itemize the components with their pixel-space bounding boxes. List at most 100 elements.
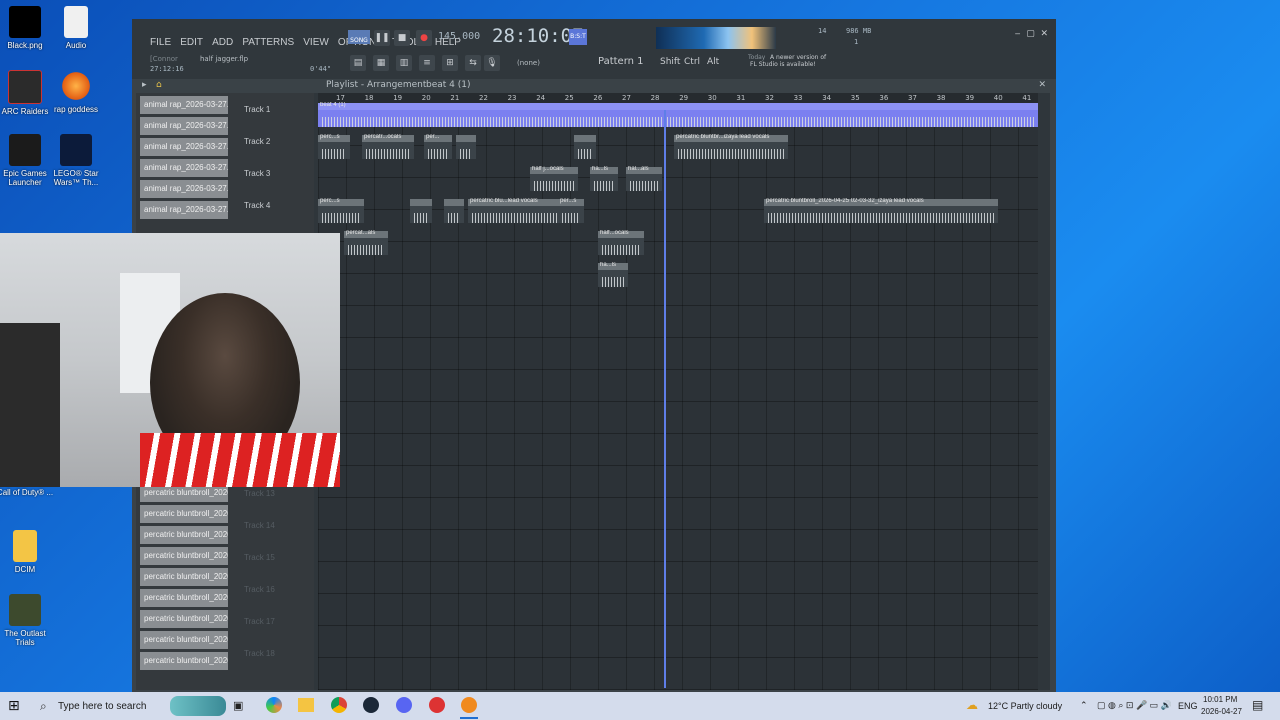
- audio-clip[interactable]: [444, 199, 464, 223]
- audio-clip[interactable]: half...ocals: [598, 230, 644, 255]
- audio-clip[interactable]: perc...s: [318, 198, 364, 223]
- pattern-picker-item[interactable]: percatric bluntbroll_2026...: [140, 589, 228, 607]
- pattern-picker-item[interactable]: percatric bluntbroll_2026...: [140, 547, 228, 565]
- audio-clip[interactable]: per...: [424, 134, 452, 159]
- desktop-icon-lego-star-wars[interactable]: LEGO® Star Wars™ Th...: [46, 134, 106, 187]
- track-label[interactable]: Track 14: [244, 521, 275, 530]
- shift-key-button[interactable]: Shift: [660, 57, 680, 67]
- pattern-picker-item[interactable]: animal rap_2026-03-27...: [140, 138, 228, 156]
- magnet-icon[interactable]: ⌂: [156, 80, 162, 90]
- close-icon[interactable]: ✕: [1040, 29, 1048, 39]
- audio-clip[interactable]: ha...ls: [590, 166, 618, 191]
- time-format-toggle[interactable]: B:S:T: [569, 29, 587, 45]
- audio-clip[interactable]: perc...s: [318, 134, 350, 159]
- desktop-icon-outlast-trials[interactable]: The Outlast Trials: [0, 594, 55, 647]
- windows-start-icon[interactable]: ⊞: [8, 698, 24, 714]
- desktop-icon-audio[interactable]: Audio: [46, 6, 106, 50]
- task-view-icon[interactable]: ▣: [233, 699, 243, 712]
- track-label[interactable]: Track 1: [244, 105, 270, 114]
- audio-clip[interactable]: percatric bluntbr...izaya lead vocals: [674, 134, 788, 159]
- track-label[interactable]: Track 13: [244, 489, 275, 498]
- pattern-picker-item[interactable]: percatric bluntbroll_2026...: [140, 526, 228, 544]
- audio-clip[interactable]: half j...ocals: [530, 166, 578, 191]
- discord-icon[interactable]: [396, 697, 412, 713]
- desktop-icon-dcim[interactable]: DCIM: [0, 530, 55, 574]
- track-label[interactable]: Track 3: [244, 169, 270, 178]
- audio-clip[interactable]: [456, 135, 476, 159]
- pattern-picker-item[interactable]: percatric bluntbroll_2026...: [140, 631, 228, 649]
- track-label[interactable]: Track 17: [244, 617, 275, 626]
- microphone-icon[interactable]: 🎙: [484, 55, 500, 71]
- audio-clip[interactable]: [574, 135, 596, 159]
- pattern-picker-item[interactable]: animal rap_2026-03-27...: [140, 201, 228, 219]
- pattern-picker-item[interactable]: percatric bluntbroll_2026...: [140, 505, 228, 523]
- audio-clip[interactable]: percat...als: [344, 230, 388, 255]
- audio-clip[interactable]: per...s: [558, 198, 584, 223]
- pattern-picker-item[interactable]: animal rap_2026-03-27...: [140, 159, 228, 177]
- browser-icon[interactable]: ⊞: [442, 55, 458, 71]
- clock-time[interactable]: 10:01 PM: [1203, 695, 1237, 704]
- maximize-icon[interactable]: ▢: [1026, 29, 1035, 39]
- song-mode-toggle[interactable]: SONG: [348, 30, 370, 44]
- copilot-icon[interactable]: [266, 697, 282, 713]
- play-arrow-icon[interactable]: ▸: [142, 80, 147, 90]
- desktop-icon-rap-goddess[interactable]: rap goddess: [46, 70, 106, 114]
- playlist-icon[interactable]: ▤: [350, 55, 366, 71]
- menu-file[interactable]: FILE: [150, 37, 171, 48]
- track-label[interactable]: Track 15: [244, 553, 275, 562]
- track-label[interactable]: Track 2: [244, 137, 270, 146]
- pattern-picker-item[interactable]: percatric bluntbroll_2026...: [140, 652, 228, 670]
- ctrl-key-button[interactable]: Ctrl: [684, 57, 700, 67]
- audio-clip[interactable]: percatric bluntbroll_2026-04-25 02-03-32…: [764, 198, 998, 223]
- taskbar-search-input[interactable]: Type here to search: [58, 701, 146, 712]
- menu-view[interactable]: VIEW: [303, 37, 329, 48]
- pattern-picker-item[interactable]: percatric bluntbroll_2026...: [140, 610, 228, 628]
- plugin-picker-icon[interactable]: ⇆: [465, 55, 481, 71]
- weather-text[interactable]: 12°C Partly cloudy: [988, 701, 1062, 711]
- clock-date[interactable]: 2026-04-27: [1201, 707, 1242, 716]
- track-label[interactable]: Track 4: [244, 201, 270, 210]
- stop-button[interactable]: ■: [394, 30, 410, 46]
- pattern-picker-item[interactable]: animal rap_2026-03-27...: [140, 96, 228, 114]
- pattern-picker-item[interactable]: animal rap_2026-03-27...: [140, 117, 228, 135]
- piano-roll-icon[interactable]: ▦: [373, 55, 389, 71]
- fl-studio-taskbar-icon[interactable]: [461, 697, 477, 713]
- tempo-display[interactable]: 145.000: [438, 31, 480, 42]
- steam-icon[interactable]: [363, 697, 379, 713]
- ruler-mark: 22: [479, 94, 488, 102]
- audio-clip[interactable]: ha...ls: [598, 262, 628, 287]
- system-tray-icons[interactable]: ▢ ◍ ⌕ ⊡ 🎤 ▭ 🔊: [1097, 700, 1172, 711]
- audio-clip[interactable]: [410, 199, 432, 223]
- notification-icon[interactable]: ▤: [1252, 698, 1263, 712]
- snap-selector[interactable]: (none): [517, 59, 540, 67]
- audio-clip[interactable]: hal...als: [626, 166, 662, 191]
- desktop-icon-call-of-duty[interactable]: Call of Duty® ...: [0, 488, 55, 497]
- clip-label: half j...ocals: [532, 166, 564, 172]
- record-button[interactable]: ●: [416, 30, 432, 46]
- track-label[interactable]: Track 16: [244, 585, 275, 594]
- playhead[interactable]: [664, 110, 666, 688]
- app-icon-red[interactable]: [429, 697, 445, 713]
- show-hidden-icons[interactable]: ⌃: [1080, 700, 1088, 711]
- menu-patterns[interactable]: PATTERNS: [242, 37, 294, 48]
- pattern-picker-item[interactable]: percatric bluntbroll_2026...: [140, 568, 228, 586]
- file-explorer-icon[interactable]: [298, 698, 314, 712]
- audio-clip[interactable]: percatr...ocals: [362, 134, 414, 159]
- language-indicator[interactable]: ENG: [1178, 701, 1198, 711]
- channel-rack-icon[interactable]: ▥: [396, 55, 412, 71]
- arrangement-grid[interactable]: beat 4 (1) perc...s percatr...ocals per... p…: [318, 102, 1038, 690]
- news-message[interactable]: A newer version of FL Studio is availabl…: [750, 54, 834, 68]
- chrome-icon[interactable]: [331, 697, 347, 713]
- alt-key-button[interactable]: Alt: [707, 57, 719, 67]
- pattern-selector[interactable]: Pattern 1: [598, 56, 644, 67]
- menu-add[interactable]: ADD: [212, 37, 233, 48]
- pattern-breadcrumb[interactable]: beat 4 (1): [426, 80, 471, 90]
- pause-button[interactable]: ❚❚: [374, 30, 390, 46]
- minimize-icon[interactable]: ‒: [1015, 29, 1021, 39]
- pattern-picker-item[interactable]: animal rap_2026-03-27...: [140, 180, 228, 198]
- audio-clip[interactable]: beat 4 (1): [318, 102, 1038, 127]
- playlist-close-icon[interactable]: ✕: [1038, 80, 1046, 90]
- track-label[interactable]: Track 18: [244, 649, 275, 658]
- mixer-icon[interactable]: ≡: [419, 55, 435, 71]
- menu-edit[interactable]: EDIT: [180, 37, 203, 48]
